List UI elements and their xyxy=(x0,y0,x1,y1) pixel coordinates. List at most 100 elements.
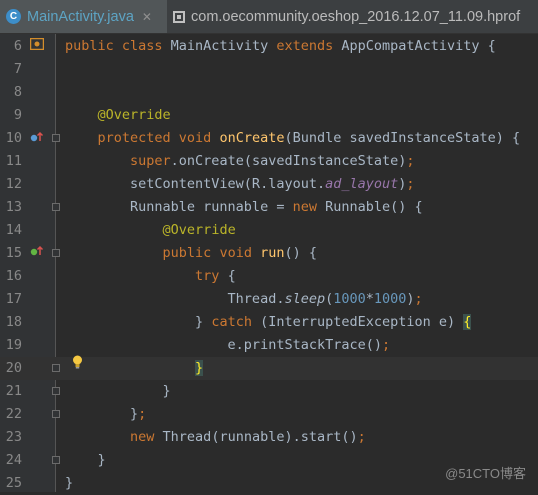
code-token: () { xyxy=(284,245,317,261)
line-number: 15 xyxy=(5,245,22,261)
line-number: 6 xyxy=(13,38,22,54)
code-token: new xyxy=(292,199,326,215)
fold-marker-icon[interactable] xyxy=(52,410,60,418)
code-text[interactable]: @Override xyxy=(65,219,236,242)
code-text[interactable]: } xyxy=(65,449,106,472)
line-number: 23 xyxy=(5,429,22,445)
code-token: ( xyxy=(325,291,334,307)
implement-method-icon[interactable] xyxy=(30,245,44,257)
code-line[interactable]: 10 protected void onCreate(Bundle savedI… xyxy=(0,127,538,150)
code-line[interactable]: 14 @Override xyxy=(0,219,538,242)
code-token: (Bundle savedInstanceState) { xyxy=(284,130,521,146)
code-token: @Override xyxy=(97,107,171,123)
code-token: @Override xyxy=(162,222,236,238)
line-number: 10 xyxy=(5,130,22,146)
code-line[interactable]: 8 xyxy=(0,81,538,104)
code-token: public void xyxy=(162,245,261,261)
code-token: .onCreate(savedInstanceState) xyxy=(170,153,407,169)
code-token: (InterruptedException e) xyxy=(260,314,464,330)
code-token: } xyxy=(65,314,212,330)
code-token: onCreate xyxy=(219,130,285,146)
code-token: * xyxy=(365,291,374,307)
code-line[interactable]: 7 xyxy=(0,58,538,81)
code-token: ; xyxy=(414,291,423,307)
code-text[interactable]: try { xyxy=(65,265,236,288)
code-line[interactable]: 18 } catch (InterruptedException e) { xyxy=(0,311,538,334)
code-token: try xyxy=(195,268,228,284)
code-line[interactable]: 22 }; xyxy=(0,403,538,426)
code-token: ; xyxy=(406,153,415,169)
code-token: e.printStackTrace() xyxy=(65,337,382,353)
fold-marker-icon[interactable] xyxy=(52,249,60,257)
fold-marker-icon[interactable] xyxy=(52,364,60,372)
code-token: } xyxy=(65,475,74,491)
code-token: ) xyxy=(406,291,415,307)
code-token: run xyxy=(260,245,285,261)
tab-title: com.oecommunity.oeshop_2016.12.07_11.09.… xyxy=(191,8,521,25)
code-token: ; xyxy=(138,406,147,422)
code-token: } xyxy=(195,360,204,376)
fold-marker-icon[interactable] xyxy=(52,456,60,464)
line-number: 16 xyxy=(5,268,22,284)
code-line[interactable]: 17 Thread.sleep(1000*1000); xyxy=(0,288,538,311)
code-text[interactable]: } catch (InterruptedException e) { xyxy=(65,311,472,334)
code-text[interactable]: } xyxy=(65,380,171,403)
code-text[interactable]: e.printStackTrace(); xyxy=(65,334,391,357)
close-icon[interactable]: ✕ xyxy=(142,10,152,24)
code-token: } xyxy=(65,406,139,422)
fold-marker-icon[interactable] xyxy=(52,203,60,211)
java-class-icon: C xyxy=(6,9,21,24)
code-line[interactable]: 9 @Override xyxy=(0,104,538,127)
code-text[interactable]: Runnable runnable = new Runnable() { xyxy=(65,196,423,219)
code-line[interactable]: 6 public class MainActivity extends AppCo… xyxy=(0,35,538,58)
tab-hprof-file[interactable]: com.oecommunity.oeshop_2016.12.07_11.09.… xyxy=(167,0,538,33)
line-number: 9 xyxy=(13,107,22,123)
code-token: ; xyxy=(357,429,366,445)
code-line[interactable]: 23 new Thread(runnable).start(); xyxy=(0,426,538,449)
code-text[interactable]: }; xyxy=(65,403,146,426)
code-token: MainActivity xyxy=(170,38,277,54)
tab-title: MainActivity.java xyxy=(27,8,134,25)
code-text[interactable]: @Override xyxy=(65,104,171,127)
code-text[interactable]: new Thread(runnable).start(); xyxy=(65,426,366,449)
code-line[interactable]: 11 super.onCreate(savedInstanceState); xyxy=(0,150,538,173)
code-text[interactable]: protected void onCreate(Bundle savedInst… xyxy=(65,127,521,150)
fold-marker-icon[interactable] xyxy=(52,387,60,395)
code-line[interactable]: 21 } xyxy=(0,380,538,403)
editor-tab-bar: C MainActivity.java ✕ com.oecommunity.oe… xyxy=(0,0,538,34)
override-method-icon[interactable] xyxy=(30,131,44,143)
code-token: AppCompatActivity { xyxy=(341,38,496,54)
code-line[interactable]: 15 public void run() { xyxy=(0,242,538,265)
code-text[interactable]: super.onCreate(savedInstanceState); xyxy=(65,150,415,173)
line-number: 18 xyxy=(5,314,22,330)
code-token: Runnable() { xyxy=(325,199,423,215)
line-number: 11 xyxy=(5,153,22,169)
code-token: protected void xyxy=(97,130,220,146)
lightbulb-intention-icon[interactable] xyxy=(72,355,83,369)
fold-marker-icon[interactable] xyxy=(52,134,60,142)
code-text[interactable]: setContentView(R.layout.ad_layout); xyxy=(65,173,415,196)
code-line[interactable]: 12 setContentView(R.layout.ad_layout); xyxy=(0,173,538,196)
code-token: ad_layout xyxy=(325,176,399,192)
code-text[interactable]: Thread.sleep(1000*1000); xyxy=(65,288,423,311)
code-token: public class xyxy=(65,38,171,54)
code-line[interactable]: 13 Runnable runnable = new Runnable() { xyxy=(0,196,538,219)
line-number: 24 xyxy=(5,452,22,468)
android-activity-icon[interactable] xyxy=(30,38,44,50)
code-token: } xyxy=(65,452,106,468)
code-text[interactable]: } xyxy=(65,357,204,380)
tab-main-activity[interactable]: C MainActivity.java ✕ xyxy=(0,0,167,33)
code-token: { xyxy=(227,268,236,284)
code-text[interactable]: public void run() { xyxy=(65,242,317,265)
code-text[interactable]: public class MainActivity extends AppCom… xyxy=(65,35,496,58)
hprof-file-icon xyxy=(173,10,185,23)
code-line[interactable]: 19 e.printStackTrace(); xyxy=(0,334,538,357)
code-line[interactable]: 16 try { xyxy=(0,265,538,288)
code-token: Thread(runnable).start() xyxy=(162,429,358,445)
code-token: Thread. xyxy=(65,291,285,307)
